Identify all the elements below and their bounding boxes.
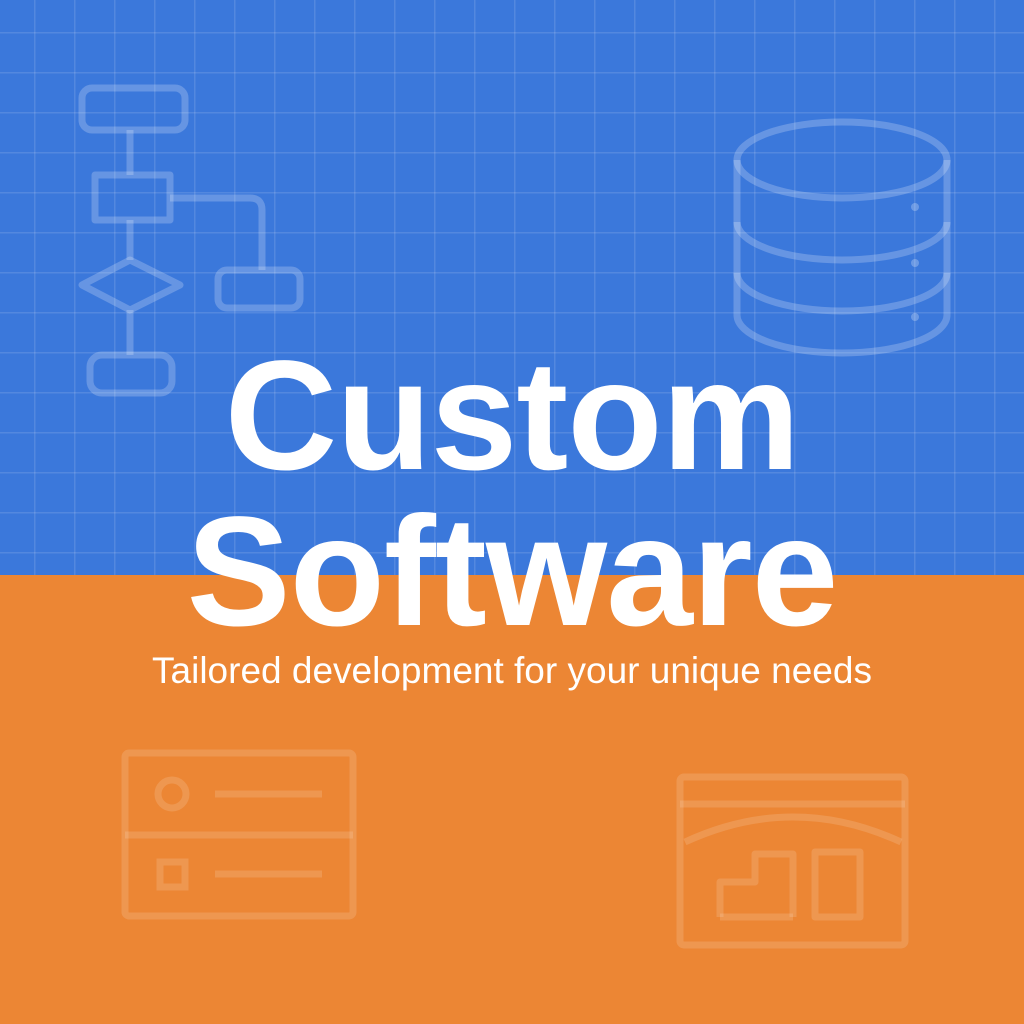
database-icon (733, 118, 951, 357)
analytics-chart-icon (676, 773, 909, 949)
headline-line-2: Software (186, 485, 839, 659)
tagline: Tailored development for your unique nee… (152, 650, 872, 691)
poster: Custom Software Tailored development for… (0, 0, 1024, 1024)
form-list-icon (121, 749, 357, 920)
headline-line-1: Custom (224, 329, 801, 503)
